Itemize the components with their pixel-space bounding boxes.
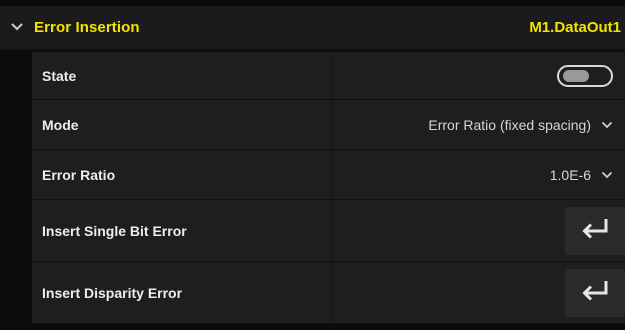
row-state: State xyxy=(32,52,625,100)
error-ratio-dropdown[interactable]: 1.0E-6 xyxy=(550,167,625,183)
settings-list: State Mode Error Ratio (fixed spacing) E… xyxy=(32,52,625,324)
column-divider xyxy=(332,150,333,199)
section-header[interactable]: Error Insertion M1.DataOut1 xyxy=(0,6,625,50)
mode-dropdown[interactable]: Error Ratio (fixed spacing) xyxy=(428,117,625,133)
row-insert-single-bit-error: Insert Single Bit Error xyxy=(32,200,625,262)
column-divider xyxy=(332,200,333,261)
error-ratio-value: 1.0E-6 xyxy=(549,166,591,183)
column-divider xyxy=(332,52,333,99)
insert-disparity-error-label: Insert Disparity Error xyxy=(42,284,183,301)
section-title: Error Insertion xyxy=(34,19,140,36)
error-insertion-panel: Error Insertion M1.DataOut1 State Mode E… xyxy=(0,0,625,330)
state-toggle[interactable] xyxy=(557,64,613,87)
column-divider xyxy=(332,100,333,149)
enter-return-icon xyxy=(580,217,610,244)
chevron-down-icon xyxy=(601,171,613,179)
row-mode: Mode Error Ratio (fixed spacing) xyxy=(32,100,625,150)
insert-single-bit-error-label: Insert Single Bit Error xyxy=(42,222,187,239)
column-divider xyxy=(332,262,333,323)
error-ratio-label: Error Ratio xyxy=(42,166,116,183)
chevron-down-icon xyxy=(601,121,613,129)
insert-disparity-error-button[interactable] xyxy=(565,268,625,317)
collapse-toggle[interactable] xyxy=(0,6,34,50)
mode-value: Error Ratio (fixed spacing) xyxy=(428,116,591,133)
toggle-knob xyxy=(563,69,589,82)
mode-label: Mode xyxy=(42,116,79,133)
row-insert-disparity-error: Insert Disparity Error xyxy=(32,262,625,324)
chevron-down-icon xyxy=(10,19,24,37)
section-target: M1.DataOut1 xyxy=(529,19,621,36)
state-label: State xyxy=(42,67,77,84)
enter-return-icon xyxy=(580,279,610,306)
row-error-ratio: Error Ratio 1.0E-6 xyxy=(32,150,625,200)
insert-single-bit-error-button[interactable] xyxy=(565,206,625,255)
